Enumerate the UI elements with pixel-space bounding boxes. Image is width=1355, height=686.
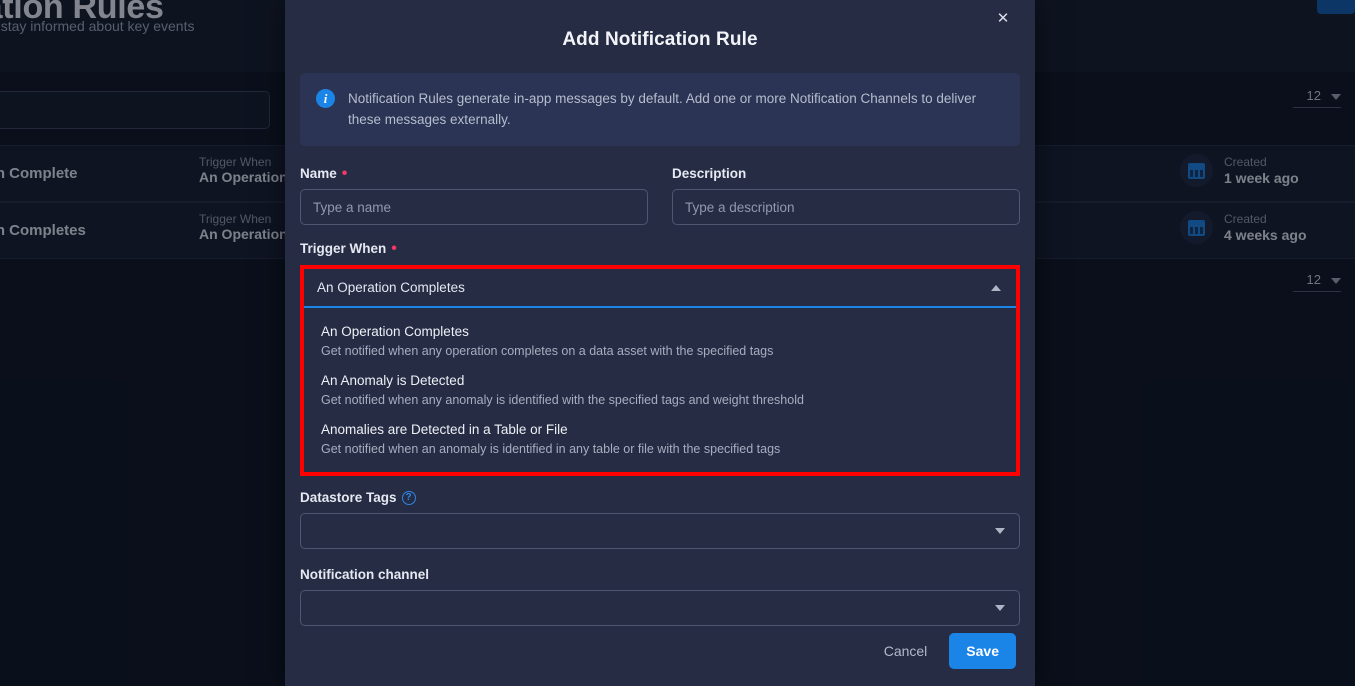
trigger-option[interactable]: Anomalies are Detected in a Table or Fil… <box>304 415 1016 464</box>
description-input[interactable] <box>672 189 1020 225</box>
add-notification-rule-dialog: ✕ Add Notification Rule i Notification R… <box>285 0 1035 686</box>
notification-channel-group: Notification channel <box>300 567 1020 626</box>
trigger-option-description: Get notified when any operation complete… <box>321 344 774 358</box>
rule-form: Name • Description Trigger When • An Ope… <box>285 164 1035 626</box>
required-marker: • <box>391 239 397 257</box>
datastore-tags-label: Datastore Tags ? <box>300 490 1020 505</box>
trigger-when-selected-value: An Operation Completes <box>317 280 465 295</box>
cancel-button[interactable]: Cancel <box>878 635 934 667</box>
highlight-box: An Operation Completes An Operation Comp… <box>300 265 1020 476</box>
name-field-group: Name • <box>300 164 648 225</box>
notification-channel-label: Notification channel <box>300 567 1020 582</box>
datastore-tags-select[interactable] <box>300 513 1020 549</box>
notification-channel-select[interactable] <box>300 590 1020 626</box>
name-input[interactable] <box>300 189 648 225</box>
name-label: Name • <box>300 164 648 182</box>
dialog-footer: Cancel Save <box>878 633 1016 669</box>
trigger-when-select[interactable]: An Operation Completes <box>304 269 1016 308</box>
trigger-option-title: An Anomaly is Detected <box>321 373 465 388</box>
trigger-option[interactable]: An Operation Completes Get notified when… <box>304 317 1016 366</box>
trigger-when-label-text: Trigger When <box>300 241 387 256</box>
save-button[interactable]: Save <box>949 633 1016 669</box>
description-field-group: Description <box>672 166 1020 225</box>
chevron-down-icon <box>995 528 1005 534</box>
chevron-up-icon <box>991 284 1001 291</box>
trigger-when-options-list: An Operation Completes Get notified when… <box>304 308 1016 472</box>
datastore-tags-group: Datastore Tags ? <box>300 490 1020 549</box>
description-label: Description <box>672 166 1020 181</box>
trigger-when-group: Trigger When • An Operation Completes An… <box>300 239 1020 476</box>
info-banner: i Notification Rules generate in-app mes… <box>300 73 1020 146</box>
name-description-row: Name • Description <box>300 164 1020 225</box>
close-icon[interactable]: ✕ <box>993 8 1013 28</box>
info-icon: i <box>316 89 335 108</box>
trigger-option-description: Get notified when any anomaly is identif… <box>321 393 804 407</box>
notification-channel-label-text: Notification channel <box>300 567 430 582</box>
name-label-text: Name <box>300 166 337 181</box>
help-icon[interactable]: ? <box>401 490 416 505</box>
trigger-option-title: Anomalies are Detected in a Table or Fil… <box>321 422 568 437</box>
trigger-option-description: Get notified when an anomaly is identifi… <box>321 442 781 456</box>
required-marker: • <box>341 164 348 182</box>
dialog-title: Add Notification Rule <box>562 29 758 50</box>
description-label-text: Description <box>672 166 747 181</box>
trigger-option-title: An Operation Completes <box>321 324 469 339</box>
datastore-tags-label-text: Datastore Tags <box>300 490 397 505</box>
trigger-when-label: Trigger When • <box>300 239 1020 257</box>
info-banner-text: Notification Rules generate in-app messa… <box>348 91 977 127</box>
trigger-option[interactable]: An Anomaly is Detected Get notified when… <box>304 366 1016 415</box>
chevron-down-icon <box>995 605 1005 611</box>
